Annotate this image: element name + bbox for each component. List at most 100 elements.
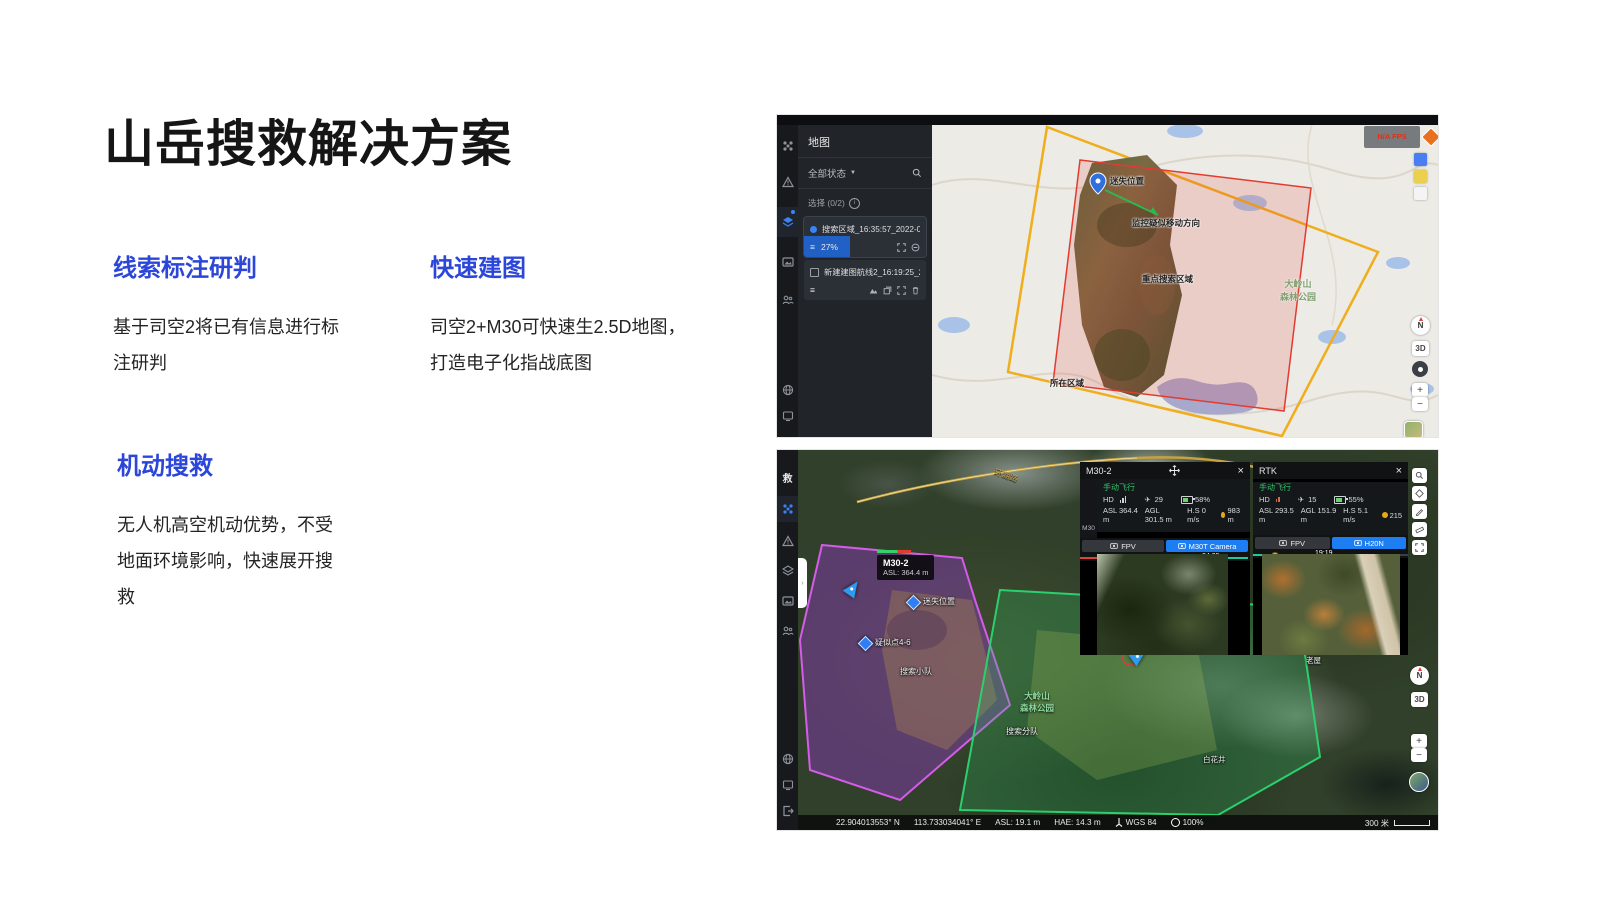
view-switch-buttons: FPV H20N — [1253, 535, 1408, 551]
move-icon[interactable] — [1169, 465, 1180, 476]
flight-mode-label: 手动飞行 — [1259, 482, 1402, 493]
drag-handle-icon[interactable]: ≡ — [810, 242, 815, 252]
locate-button[interactable] — [1412, 361, 1428, 377]
scale-value: 300 米 — [1365, 817, 1389, 829]
exit-icon[interactable] — [777, 798, 798, 824]
team-icon[interactable] — [777, 618, 798, 644]
battery-percent: 55% — [1348, 495, 1363, 504]
progress-value: 27% — [821, 242, 838, 252]
panel-header[interactable]: RTK × — [1253, 462, 1408, 479]
compass-icon[interactable]: N — [1411, 316, 1430, 335]
left-icon-rail — [777, 125, 798, 437]
team1-label: 搜索小队 — [900, 666, 932, 677]
trash-icon[interactable] — [911, 286, 920, 295]
gnss-icon — [1171, 818, 1180, 827]
drone1-tooltip[interactable]: M30-2 ASL: 364.4 m — [877, 555, 934, 580]
telemetry-panel-m30: M30-2 × M30 手动飞行 HD ✈ 29 58% ASL 364.4 m… — [1080, 462, 1250, 655]
video-feed-h20n[interactable] — [1262, 554, 1400, 655]
team2-label: 搜索分队 — [1006, 726, 1038, 737]
selection-label: 选择 (0/2) — [808, 197, 845, 209]
checkbox-icon[interactable] — [810, 268, 819, 277]
device-panel-icon[interactable] — [777, 772, 798, 798]
window-top-bar — [777, 115, 1438, 125]
fpv-label: FPV — [1290, 539, 1305, 548]
fpv-button[interactable]: FPV — [1255, 537, 1330, 549]
view-3d-button[interactable]: 3D — [1411, 692, 1428, 707]
measure-tool-icon[interactable] — [1412, 522, 1427, 537]
source-strip[interactable]: M30 — [1080, 479, 1097, 538]
zoom-out-button[interactable]: − — [1411, 748, 1427, 762]
layer-name: 搜索区域_16:35:57_2022-03-08+... — [822, 223, 920, 235]
page-title: 山岳搜救解决方案 — [104, 104, 512, 176]
globe-icon[interactable] — [777, 746, 798, 772]
marker-tool-icon[interactable] — [1412, 486, 1427, 501]
layer-card-search-area[interactable]: 搜索区域_16:35:57_2022-03-08+... ≡ 27% — [804, 217, 926, 257]
datum-value: WGS 84 — [1115, 818, 1157, 827]
agl-value: AGL 301.5 m — [1145, 506, 1180, 524]
pin-suspect-label: 疑似点4-6 — [875, 637, 911, 648]
search-icon[interactable] — [1412, 468, 1427, 483]
close-icon[interactable]: × — [1396, 465, 1402, 477]
lost-position-label: 迷失位置 — [1110, 175, 1144, 187]
close-icon[interactable]: × — [1238, 465, 1244, 477]
zoom-out-button[interactable]: − — [1412, 397, 1428, 411]
selected-radio-icon[interactable] — [810, 226, 817, 233]
telemetry-panel-rtk: RTK × 手动飞行 HD ✈ 15 55% ASL 293.5 m AGL 1… — [1253, 462, 1408, 655]
panel-header[interactable]: M30-2 × — [1080, 462, 1250, 479]
park-name-label: 大岭山 森林公园 — [1020, 690, 1054, 714]
draw-tool-icon[interactable] — [1414, 170, 1427, 183]
agl-value: AGL 151.9 m — [1301, 506, 1337, 524]
section-heading: 机动搜救 — [117, 446, 349, 481]
basemap-toggle[interactable] — [1404, 421, 1423, 437]
section-body: 司空2+M30可快速生2.5D地图，打造电子化指战底图 — [430, 309, 688, 381]
focus-icon[interactable] — [897, 286, 906, 295]
fpv-button[interactable]: FPV — [1082, 540, 1164, 552]
panel-collapse-handle[interactable]: › — [798, 558, 807, 608]
longitude-value: 113.733034041° E — [914, 818, 981, 827]
copy-icon[interactable] — [883, 286, 892, 295]
info-icon[interactable]: i — [849, 198, 860, 209]
view-3d-button[interactable]: 3D — [1412, 341, 1429, 356]
layer-card-mapping-route[interactable]: 新建建图航线2_16:19:25_2022-0... ≡ — [804, 260, 926, 300]
section-heading: 线索标注研判 — [113, 248, 353, 283]
alert-icon[interactable] — [777, 169, 798, 195]
rescue-badge: 救 — [777, 464, 798, 490]
hd-signal-label: HD — [1259, 495, 1270, 504]
team-icon[interactable] — [777, 287, 798, 313]
hd-signal-label: HD — [1103, 495, 1114, 504]
camera-button[interactable]: H20N — [1332, 537, 1407, 549]
fleet-icon[interactable] — [777, 133, 798, 159]
drone1-name: M30-2 — [883, 558, 928, 568]
alert-icon[interactable] — [777, 528, 798, 554]
globe-icon[interactable] — [777, 377, 798, 403]
measure-tool-icon[interactable] — [1414, 187, 1427, 200]
distance-value: 983 m — [1227, 506, 1244, 524]
layers-icon[interactable] — [777, 207, 798, 237]
compass-icon[interactable]: N — [1410, 666, 1429, 685]
device-panel-icon[interactable] — [777, 403, 798, 429]
draw-tool-icon[interactable] — [1412, 504, 1427, 519]
media-icon[interactable] — [777, 588, 798, 614]
remove-icon[interactable] — [911, 243, 920, 252]
park-name-label: 大岭山 森林公园 — [1280, 277, 1316, 303]
annotation-tool-icon[interactable] — [1414, 153, 1427, 166]
frame-select-icon[interactable] — [1412, 540, 1427, 555]
search-icon[interactable] — [912, 168, 922, 178]
zoom-in-button[interactable]: + — [1412, 383, 1428, 397]
asl-value: ASL 364.4 m — [1103, 506, 1138, 524]
camera-button[interactable]: M30T Camera — [1166, 540, 1248, 552]
basemap-globe-toggle[interactable] — [1409, 772, 1429, 792]
map-canvas[interactable]: 迷失位置 监控疑似移动方向 重点搜索区域 所在区域 大岭山 森林公园 N/A F… — [932, 125, 1438, 437]
video-feed-m30t[interactable] — [1097, 554, 1228, 655]
fleet-icon[interactable] — [777, 496, 798, 522]
place-label: 老屋 — [1306, 655, 1321, 666]
terrain-icon[interactable] — [869, 286, 878, 295]
hspeed-value: H.S 0 m/s — [1187, 506, 1214, 524]
zoom-in-button[interactable]: + — [1411, 734, 1427, 748]
section-heading: 快速建图 — [430, 248, 688, 283]
media-icon[interactable] — [777, 249, 798, 275]
drag-handle-icon[interactable]: ≡ — [810, 285, 815, 295]
focus-icon[interactable] — [897, 243, 906, 252]
status-filter[interactable]: 全部状态 ▼ — [798, 158, 932, 189]
layers-icon[interactable] — [777, 558, 798, 584]
